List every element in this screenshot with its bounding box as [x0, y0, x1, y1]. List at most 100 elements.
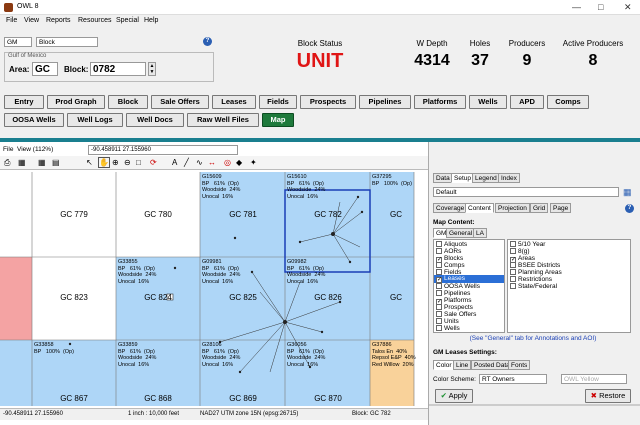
checkbox[interactable]: [510, 269, 516, 275]
checkbox[interactable]: [436, 290, 442, 296]
block-spinner[interactable]: ▲ ▼: [148, 62, 156, 76]
tab-data[interactable]: Data: [433, 173, 453, 183]
subtab-page[interactable]: Page: [550, 203, 572, 213]
menu-special[interactable]: Special: [116, 17, 139, 24]
list-item[interactable]: 5/10 Year: [510, 241, 545, 248]
coordinate-field[interactable]: -90.458911 27.155960: [88, 145, 238, 155]
list-item[interactable]: Wells: [436, 325, 460, 332]
checkbox[interactable]: [436, 325, 442, 331]
tab-legend[interactable]: Legend: [472, 173, 500, 183]
apply-button[interactable]: ✔ Apply: [435, 389, 473, 403]
checkbox[interactable]: [436, 262, 442, 268]
save-preset-icon[interactable]: ▦: [623, 187, 632, 198]
menu-resources[interactable]: Resources: [78, 17, 111, 24]
settings-tab-color[interactable]: Color: [433, 360, 455, 370]
fields-button[interactable]: Fields: [259, 95, 297, 109]
color-scheme-select[interactable]: RT Owners: [479, 374, 547, 384]
pointer-icon[interactable]: ↖: [86, 158, 93, 167]
save-icon[interactable]: ▦: [18, 158, 26, 167]
area-select[interactable]: GC: [32, 62, 58, 76]
menu-file[interactable]: File: [6, 17, 17, 24]
block-button[interactable]: Block: [108, 95, 148, 109]
subtab-coverage[interactable]: Coverage: [433, 203, 468, 213]
print-icon[interactable]: ⎙: [4, 158, 10, 168]
settings-tab-fonts[interactable]: Fonts: [508, 360, 531, 370]
checkbox[interactable]: [510, 262, 516, 268]
well-docs-button[interactable]: Well Docs: [126, 113, 184, 127]
checkbox[interactable]: [510, 276, 516, 282]
list-item[interactable]: Planning Areas: [510, 269, 562, 276]
area-type-select[interactable]: GM: [4, 37, 32, 47]
comps-button[interactable]: Comps: [547, 95, 589, 109]
subtab-projection[interactable]: Projection: [495, 203, 530, 213]
content-tab-la[interactable]: LA: [473, 228, 487, 238]
close-icon[interactable]: ✕: [624, 2, 632, 13]
list-item[interactable]: Restrictions: [510, 276, 552, 283]
list-item[interactable]: Sale Offers: [436, 311, 476, 318]
checkbox[interactable]: [436, 311, 442, 317]
measure-icon[interactable]: ↔: [208, 158, 216, 167]
list-item[interactable]: OOSA Wells: [436, 283, 480, 290]
menu-help[interactable]: Help: [144, 17, 158, 24]
entry-button[interactable]: Entry: [4, 95, 44, 109]
subtab-grid[interactable]: Grid: [530, 203, 549, 213]
maximize-icon[interactable]: □: [598, 2, 603, 12]
list-item-selected[interactable]: ✓ Leases: [434, 275, 504, 283]
platforms-button[interactable]: Platforms: [414, 95, 466, 109]
checkbox[interactable]: [436, 318, 442, 324]
raw-well-files-button[interactable]: Raw Well Files: [187, 113, 259, 127]
well-logs-button[interactable]: Well Logs: [67, 113, 123, 127]
list-item[interactable]: Aliquots: [436, 241, 467, 248]
tab-setup[interactable]: Setup: [451, 173, 474, 183]
layout-icon[interactable]: ▤: [52, 158, 60, 167]
content-tab-general[interactable]: General: [446, 228, 476, 238]
zoom-out-icon[interactable]: ⊖: [124, 158, 131, 167]
zoom-in-icon[interactable]: ⊕: [112, 158, 119, 167]
help-icon[interactable]: ?: [625, 204, 634, 213]
preset-select[interactable]: Default: [433, 187, 619, 197]
oosa-wells-button[interactable]: OOSA Wells: [4, 113, 64, 127]
minimize-icon[interactable]: —: [572, 2, 581, 12]
map-menu-view[interactable]: View (112%): [17, 146, 53, 153]
prod-graph-button[interactable]: Prod Graph: [47, 95, 105, 109]
settings-tab-line[interactable]: Line: [453, 360, 472, 370]
map-button[interactable]: Map: [262, 113, 294, 127]
checkbox[interactable]: [436, 304, 442, 310]
block-input[interactable]: 0782: [90, 62, 146, 76]
list-item[interactable]: Comps: [436, 262, 465, 269]
subtab-content[interactable]: Content: [465, 203, 494, 213]
list-item[interactable]: 8(g): [510, 248, 530, 255]
help-icon[interactable]: ?: [203, 37, 212, 46]
checkbox[interactable]: [436, 248, 442, 254]
checkbox[interactable]: [436, 283, 442, 289]
checkbox[interactable]: [510, 283, 516, 289]
checkbox[interactable]: [510, 241, 516, 247]
map-canvas[interactable]: GC 779 GC 780 GC 781 GC 782 GC GC 823 GC…: [0, 172, 428, 406]
list-item[interactable]: Units: [436, 318, 459, 325]
symbol-icon[interactable]: ✦: [250, 158, 257, 167]
list-item[interactable]: Pipelines: [436, 290, 470, 297]
list-item[interactable]: State/Federal: [510, 283, 557, 290]
leases-button[interactable]: Leases: [212, 95, 256, 109]
list-item[interactable]: Prospects: [436, 304, 473, 311]
text-icon[interactable]: A: [172, 158, 177, 167]
apd-button[interactable]: APD: [510, 95, 544, 109]
list-item[interactable]: AORs: [436, 248, 461, 255]
sale-offers-button[interactable]: Sale Offers: [151, 95, 209, 109]
zoom-box-icon[interactable]: □: [136, 158, 141, 167]
map-menu-file[interactable]: File: [3, 146, 13, 153]
line-icon[interactable]: ╱: [184, 158, 189, 167]
level-select[interactable]: Block: [36, 37, 98, 47]
refresh-icon[interactable]: ⟳: [150, 158, 157, 167]
restore-button[interactable]: ✖ Restore: [585, 389, 631, 403]
menu-view[interactable]: View: [24, 17, 39, 24]
menu-reports[interactable]: Reports: [46, 17, 71, 24]
pipelines-button[interactable]: Pipelines: [359, 95, 411, 109]
checkbox[interactable]: [510, 248, 516, 254]
tab-index[interactable]: Index: [498, 173, 520, 183]
polyline-icon[interactable]: ∿: [196, 158, 203, 167]
checkbox[interactable]: [436, 241, 442, 247]
grid-icon[interactable]: ▦: [38, 158, 46, 167]
pan-icon[interactable]: ✋: [98, 157, 110, 168]
prospects-button[interactable]: Prospects: [300, 95, 356, 109]
